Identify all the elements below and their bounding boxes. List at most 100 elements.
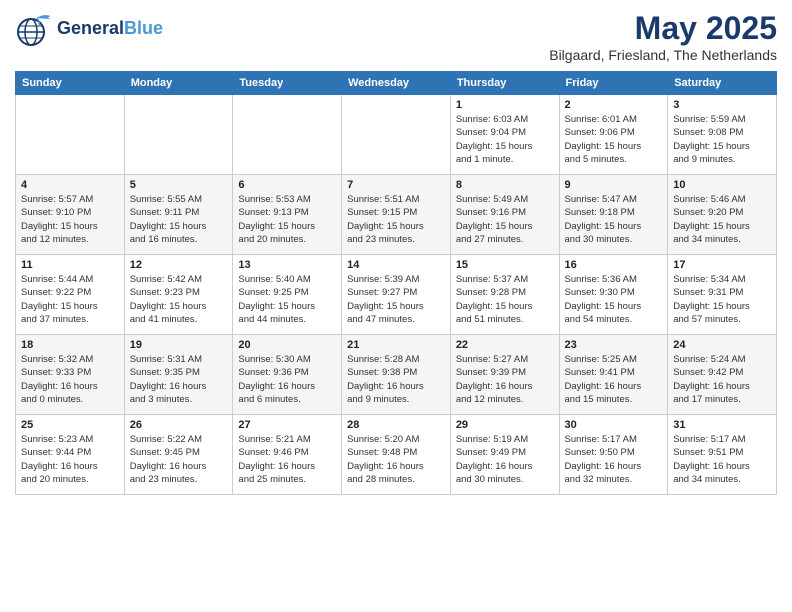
- day-number: 8: [456, 179, 554, 191]
- day-of-week-header: Monday: [124, 72, 233, 95]
- calendar-cell: [233, 95, 342, 175]
- calendar-cell: 1 Sunrise: 6:03 AM Sunset: 9:04 PM Daylig…: [450, 95, 559, 175]
- calendar-cell: 27 Sunrise: 5:21 AM Sunset: 9:46 PM Dayli…: [233, 415, 342, 495]
- day-info: Sunrise: 5:31 AM Sunset: 9:35 PM Dayligh…: [130, 353, 228, 406]
- calendar-cell: 12 Sunrise: 5:42 AM Sunset: 9:23 PM Dayli…: [124, 255, 233, 335]
- calendar-cell: 23 Sunrise: 5:25 AM Sunset: 9:41 PM Dayli…: [559, 335, 668, 415]
- day-number: 14: [347, 259, 445, 271]
- calendar-cell: 20 Sunrise: 5:30 AM Sunset: 9:36 PM Dayli…: [233, 335, 342, 415]
- day-number: 18: [21, 339, 119, 351]
- day-number: 26: [130, 419, 228, 431]
- calendar-week-row: 25 Sunrise: 5:23 AM Sunset: 9:44 PM Dayli…: [16, 415, 777, 495]
- calendar-cell: 21 Sunrise: 5:28 AM Sunset: 9:38 PM Dayli…: [342, 335, 451, 415]
- day-number: 28: [347, 419, 445, 431]
- calendar-cell: 11Sunrise: 5:44 AM Sunset: 9:22 PM Dayli…: [16, 255, 125, 335]
- day-number: 30: [565, 419, 663, 431]
- month-title: May 2025: [549, 10, 777, 47]
- day-info: Sunrise: 5:37 AM Sunset: 9:28 PM Dayligh…: [456, 273, 554, 326]
- calendar-cell: 28 Sunrise: 5:20 AM Sunset: 9:48 PM Dayli…: [342, 415, 451, 495]
- day-number: 21: [347, 339, 445, 351]
- day-info: Sunrise: 5:40 AM Sunset: 9:25 PM Dayligh…: [238, 273, 336, 326]
- day-number: 19: [130, 339, 228, 351]
- calendar-cell: 30 Sunrise: 5:17 AM Sunset: 9:50 PM Dayli…: [559, 415, 668, 495]
- day-info: Sunrise: 5:46 AM Sunset: 9:20 PM Dayligh…: [673, 193, 771, 246]
- calendar-cell: 24 Sunrise: 5:24 AM Sunset: 9:42 PM Dayli…: [668, 335, 777, 415]
- day-info: Sunrise: 5:39 AM Sunset: 9:27 PM Dayligh…: [347, 273, 445, 326]
- day-number: 31: [673, 419, 771, 431]
- day-info: Sunrise: 5:17 AM Sunset: 9:50 PM Dayligh…: [565, 433, 663, 486]
- calendar-cell: 22Sunrise: 5:27 AM Sunset: 9:39 PM Dayli…: [450, 335, 559, 415]
- day-info: Sunrise: 5:21 AM Sunset: 9:46 PM Dayligh…: [238, 433, 336, 486]
- day-number: 29: [456, 419, 554, 431]
- calendar-cell: [342, 95, 451, 175]
- calendar-header-row: SundayMondayTuesdayWednesdayThursdayFrid…: [16, 72, 777, 95]
- calendar-week-row: 18 Sunrise: 5:32 AM Sunset: 9:33 PM Dayli…: [16, 335, 777, 415]
- calendar-cell: 3 Sunrise: 5:59 AM Sunset: 9:08 PM Daylig…: [668, 95, 777, 175]
- day-info: Sunrise: 5:30 AM Sunset: 9:36 PM Dayligh…: [238, 353, 336, 406]
- day-info: Sunrise: 5:24 AM Sunset: 9:42 PM Dayligh…: [673, 353, 771, 406]
- day-of-week-header: Friday: [559, 72, 668, 95]
- day-number: 6: [238, 179, 336, 191]
- calendar-week-row: 4Sunrise: 5:57 AM Sunset: 9:10 PM Daylig…: [16, 175, 777, 255]
- logo: GeneralBlue: [15, 10, 163, 48]
- day-info: Sunrise: 5:51 AM Sunset: 9:15 PM Dayligh…: [347, 193, 445, 246]
- calendar-cell: 8Sunrise: 5:49 AM Sunset: 9:16 PM Daylig…: [450, 175, 559, 255]
- calendar-cell: 5 Sunrise: 5:55 AM Sunset: 9:11 PM Daylig…: [124, 175, 233, 255]
- day-of-week-header: Wednesday: [342, 72, 451, 95]
- day-number: 13: [238, 259, 336, 271]
- calendar-cell: 10 Sunrise: 5:46 AM Sunset: 9:20 PM Dayli…: [668, 175, 777, 255]
- calendar-cell: 25 Sunrise: 5:23 AM Sunset: 9:44 PM Dayli…: [16, 415, 125, 495]
- day-info: Sunrise: 5:47 AM Sunset: 9:18 PM Dayligh…: [565, 193, 663, 246]
- day-of-week-header: Saturday: [668, 72, 777, 95]
- day-info: Sunrise: 5:32 AM Sunset: 9:33 PM Dayligh…: [21, 353, 119, 406]
- logo-text: GeneralBlue: [57, 19, 163, 39]
- day-info: Sunrise: 5:22 AM Sunset: 9:45 PM Dayligh…: [130, 433, 228, 486]
- day-info: Sunrise: 5:27 AM Sunset: 9:39 PM Dayligh…: [456, 353, 554, 406]
- calendar-cell: 18 Sunrise: 5:32 AM Sunset: 9:33 PM Dayli…: [16, 335, 125, 415]
- day-info: Sunrise: 6:03 AM Sunset: 9:04 PM Dayligh…: [456, 113, 554, 166]
- day-number: 7: [347, 179, 445, 191]
- day-info: Sunrise: 5:57 AM Sunset: 9:10 PM Dayligh…: [21, 193, 119, 246]
- day-number: 1: [456, 99, 554, 111]
- day-of-week-header: Thursday: [450, 72, 559, 95]
- day-info: Sunrise: 5:25 AM Sunset: 9:41 PM Dayligh…: [565, 353, 663, 406]
- calendar-cell: 26 Sunrise: 5:22 AM Sunset: 9:45 PM Dayli…: [124, 415, 233, 495]
- day-number: 10: [673, 179, 771, 191]
- day-number: 25: [21, 419, 119, 431]
- location-subtitle: Bilgaard, Friesland, The Netherlands: [549, 47, 777, 63]
- calendar-table: SundayMondayTuesdayWednesdayThursdayFrid…: [15, 71, 777, 495]
- day-of-week-header: Sunday: [16, 72, 125, 95]
- day-number: 24: [673, 339, 771, 351]
- calendar-cell: 4Sunrise: 5:57 AM Sunset: 9:10 PM Daylig…: [16, 175, 125, 255]
- day-info: Sunrise: 5:19 AM Sunset: 9:49 PM Dayligh…: [456, 433, 554, 486]
- calendar-cell: 14 Sunrise: 5:39 AM Sunset: 9:27 PM Dayli…: [342, 255, 451, 335]
- day-number: 20: [238, 339, 336, 351]
- day-number: 2: [565, 99, 663, 111]
- calendar-week-row: 1 Sunrise: 6:03 AM Sunset: 9:04 PM Daylig…: [16, 95, 777, 175]
- day-info: Sunrise: 5:28 AM Sunset: 9:38 PM Dayligh…: [347, 353, 445, 406]
- day-info: Sunrise: 5:55 AM Sunset: 9:11 PM Dayligh…: [130, 193, 228, 246]
- day-of-week-header: Tuesday: [233, 72, 342, 95]
- day-info: Sunrise: 5:53 AM Sunset: 9:13 PM Dayligh…: [238, 193, 336, 246]
- logo-icon: [15, 10, 53, 48]
- calendar-cell: 6 Sunrise: 5:53 AM Sunset: 9:13 PM Daylig…: [233, 175, 342, 255]
- day-number: 12: [130, 259, 228, 271]
- calendar-cell: 13 Sunrise: 5:40 AM Sunset: 9:25 PM Dayli…: [233, 255, 342, 335]
- day-number: 27: [238, 419, 336, 431]
- day-info: Sunrise: 5:23 AM Sunset: 9:44 PM Dayligh…: [21, 433, 119, 486]
- day-info: Sunrise: 5:20 AM Sunset: 9:48 PM Dayligh…: [347, 433, 445, 486]
- calendar-cell: 19 Sunrise: 5:31 AM Sunset: 9:35 PM Dayli…: [124, 335, 233, 415]
- day-info: Sunrise: 5:42 AM Sunset: 9:23 PM Dayligh…: [130, 273, 228, 326]
- calendar-cell: 31Sunrise: 5:17 AM Sunset: 9:51 PM Dayli…: [668, 415, 777, 495]
- page-header: GeneralBlue May 2025 Bilgaard, Friesland…: [15, 10, 777, 63]
- calendar-cell: 7 Sunrise: 5:51 AM Sunset: 9:15 PM Daylig…: [342, 175, 451, 255]
- calendar-cell: [124, 95, 233, 175]
- day-number: 17: [673, 259, 771, 271]
- day-info: Sunrise: 5:59 AM Sunset: 9:08 PM Dayligh…: [673, 113, 771, 166]
- day-number: 5: [130, 179, 228, 191]
- day-number: 3: [673, 99, 771, 111]
- day-number: 23: [565, 339, 663, 351]
- day-number: 15: [456, 259, 554, 271]
- calendar-cell: 29 Sunrise: 5:19 AM Sunset: 9:49 PM Dayli…: [450, 415, 559, 495]
- calendar-cell: 2Sunrise: 6:01 AM Sunset: 9:06 PM Daylig…: [559, 95, 668, 175]
